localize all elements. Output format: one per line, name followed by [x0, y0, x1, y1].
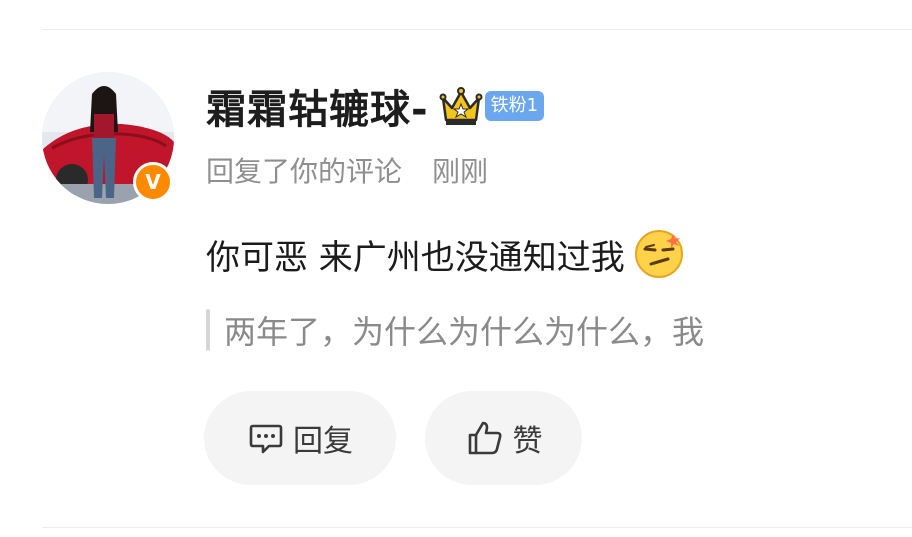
comment-text: 你可恶 来广州也没通知过我: [206, 237, 625, 278]
reply-button[interactable]: 回复: [204, 391, 396, 485]
quoted-comment[interactable]: 两年了，为什么为什么为什么，我: [206, 306, 866, 354]
like-label: 赞: [512, 424, 543, 459]
like-button[interactable]: 赞: [425, 391, 582, 485]
thumbs-up-icon: [468, 421, 501, 455]
notification-meta: 回复了你的评论 刚刚: [206, 150, 488, 190]
quoted-text: 两年了，为什么为什么为什么，我: [224, 313, 705, 351]
verified-badge: V: [133, 162, 173, 202]
quote-bar: [206, 309, 210, 351]
action-text: 回复了你的评论: [206, 155, 403, 188]
smirk-emoji: [634, 230, 683, 278]
comment-text-row: 你可恶 来广州也没通知过我: [206, 228, 685, 280]
timestamp: 刚刚: [432, 155, 489, 188]
top-divider: [42, 29, 912, 30]
fan-badge: 铁粉1: [484, 91, 545, 121]
comment-icon: [249, 424, 283, 454]
bottom-divider: [42, 527, 912, 528]
reply-label: 回复: [293, 424, 353, 459]
crown-icon: [439, 87, 483, 125]
quote-fade: [776, 306, 866, 354]
username[interactable]: 霜霜轱辘球-: [206, 77, 429, 135]
user-header: 霜霜轱辘球- 铁粉1: [206, 77, 545, 135]
